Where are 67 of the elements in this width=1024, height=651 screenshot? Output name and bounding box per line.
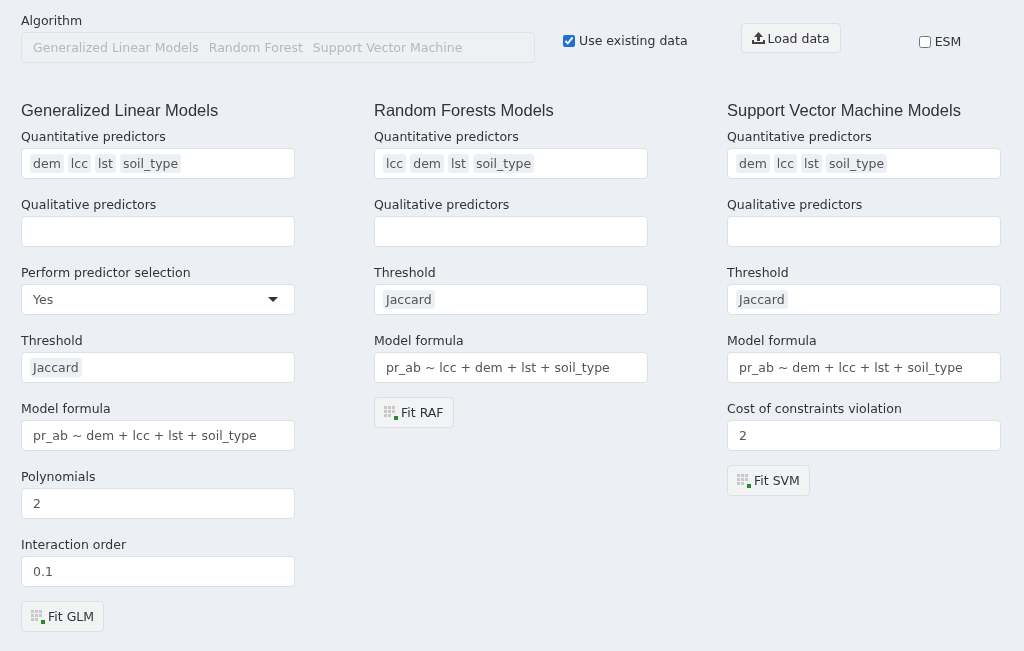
- tag: lcc: [67, 154, 92, 173]
- field-label: Cost of constraints violation: [727, 401, 903, 416]
- tag: soil_type: [472, 154, 535, 173]
- tag: lcc: [773, 154, 798, 173]
- checkbox[interactable]: [918, 35, 931, 48]
- multi-select-field[interactable]: Jaccard: [21, 352, 295, 383]
- checkbox[interactable]: [563, 34, 575, 47]
- tag: dem: [30, 154, 64, 173]
- field-label: Qualitative predictors: [727, 197, 864, 212]
- field-label: Threshold: [374, 265, 437, 280]
- upload-icon: [751, 32, 765, 44]
- input-field[interactable]: [374, 216, 648, 247]
- field-label: Quantitative predictors: [374, 129, 520, 144]
- section-heading: Generalized Linear Models: [21, 101, 220, 120]
- input-field[interactable]: pr_ab ~ lcc + dem + lst + soil_type: [374, 352, 648, 383]
- fit-button[interactable]: Fit SVM: [727, 465, 810, 496]
- tag: Jaccard: [383, 290, 435, 309]
- table-icon: [384, 405, 398, 420]
- input-field[interactable]: [727, 216, 1001, 247]
- multi-select-field[interactable]: dem lcc lst soil_type: [727, 148, 1001, 179]
- field-label: Model formula: [21, 401, 112, 416]
- field-label: Threshold: [727, 265, 790, 280]
- tag: dem: [410, 154, 445, 173]
- input-field[interactable]: 2: [727, 420, 1001, 451]
- multi-select-field[interactable]: lcc dem lst soil_type: [374, 148, 648, 179]
- load-data-button[interactable]: Load data: [740, 23, 841, 53]
- multi-select-field[interactable]: dem lcc lst soil_type: [21, 148, 295, 179]
- field-label: Quantitative predictors: [21, 129, 167, 144]
- fit-button[interactable]: Fit RAF: [374, 397, 454, 428]
- caret-icon: [268, 297, 278, 302]
- field-label: Quantitative predictors: [727, 129, 873, 144]
- input-field[interactable]: 0.1: [21, 556, 295, 587]
- multi-select-field[interactable]: Jaccard: [374, 284, 648, 315]
- tag: soil_type: [825, 154, 888, 173]
- field-label: Threshold: [21, 333, 84, 348]
- tag: lcc: [383, 154, 407, 173]
- field-label: Algorithm: [21, 13, 84, 28]
- tag: lst: [95, 154, 116, 173]
- table-icon: [31, 609, 45, 624]
- field-label: Interaction order: [21, 537, 128, 552]
- checkbox-label: ESM: [934, 34, 962, 49]
- algorithm-option: Support Vector Machine: [312, 40, 463, 55]
- input-field[interactable]: pr_ab ~ dem + lcc + lst + soil_type: [727, 352, 1001, 383]
- input-field[interactable]: [21, 216, 295, 247]
- tag: Jaccard: [736, 290, 788, 309]
- algorithm-option: Generalized Linear Models: [33, 40, 199, 55]
- field-label: Perform predictor selection: [21, 265, 192, 280]
- fit-button[interactable]: Fit GLM: [21, 601, 105, 632]
- checkbox-label: Use existing data: [579, 33, 688, 48]
- section-heading: Support Vector Machine Models: [727, 101, 962, 120]
- section-heading: Random Forests Models: [374, 101, 555, 120]
- tag: soil_type: [119, 154, 182, 173]
- field-label: Qualitative predictors: [21, 197, 158, 212]
- input-field[interactable]: pr_ab ~ dem + lcc + lst + soil_type: [21, 420, 295, 451]
- tag: lst: [801, 154, 822, 173]
- dropdown[interactable]: Yes: [21, 284, 295, 315]
- field-label: Model formula: [374, 333, 465, 348]
- input-field[interactable]: 2: [21, 488, 295, 519]
- multi-select-field[interactable]: Jaccard: [727, 284, 1001, 315]
- tag: dem: [736, 154, 770, 173]
- field-label: Model formula: [727, 333, 818, 348]
- field-label: Polynomials: [21, 469, 97, 484]
- field-label: Qualitative predictors: [374, 197, 511, 212]
- table-icon: [737, 473, 751, 488]
- tag: lst: [448, 154, 469, 173]
- algorithm-option: Random Forest: [208, 40, 303, 55]
- tag: Jaccard: [30, 358, 82, 377]
